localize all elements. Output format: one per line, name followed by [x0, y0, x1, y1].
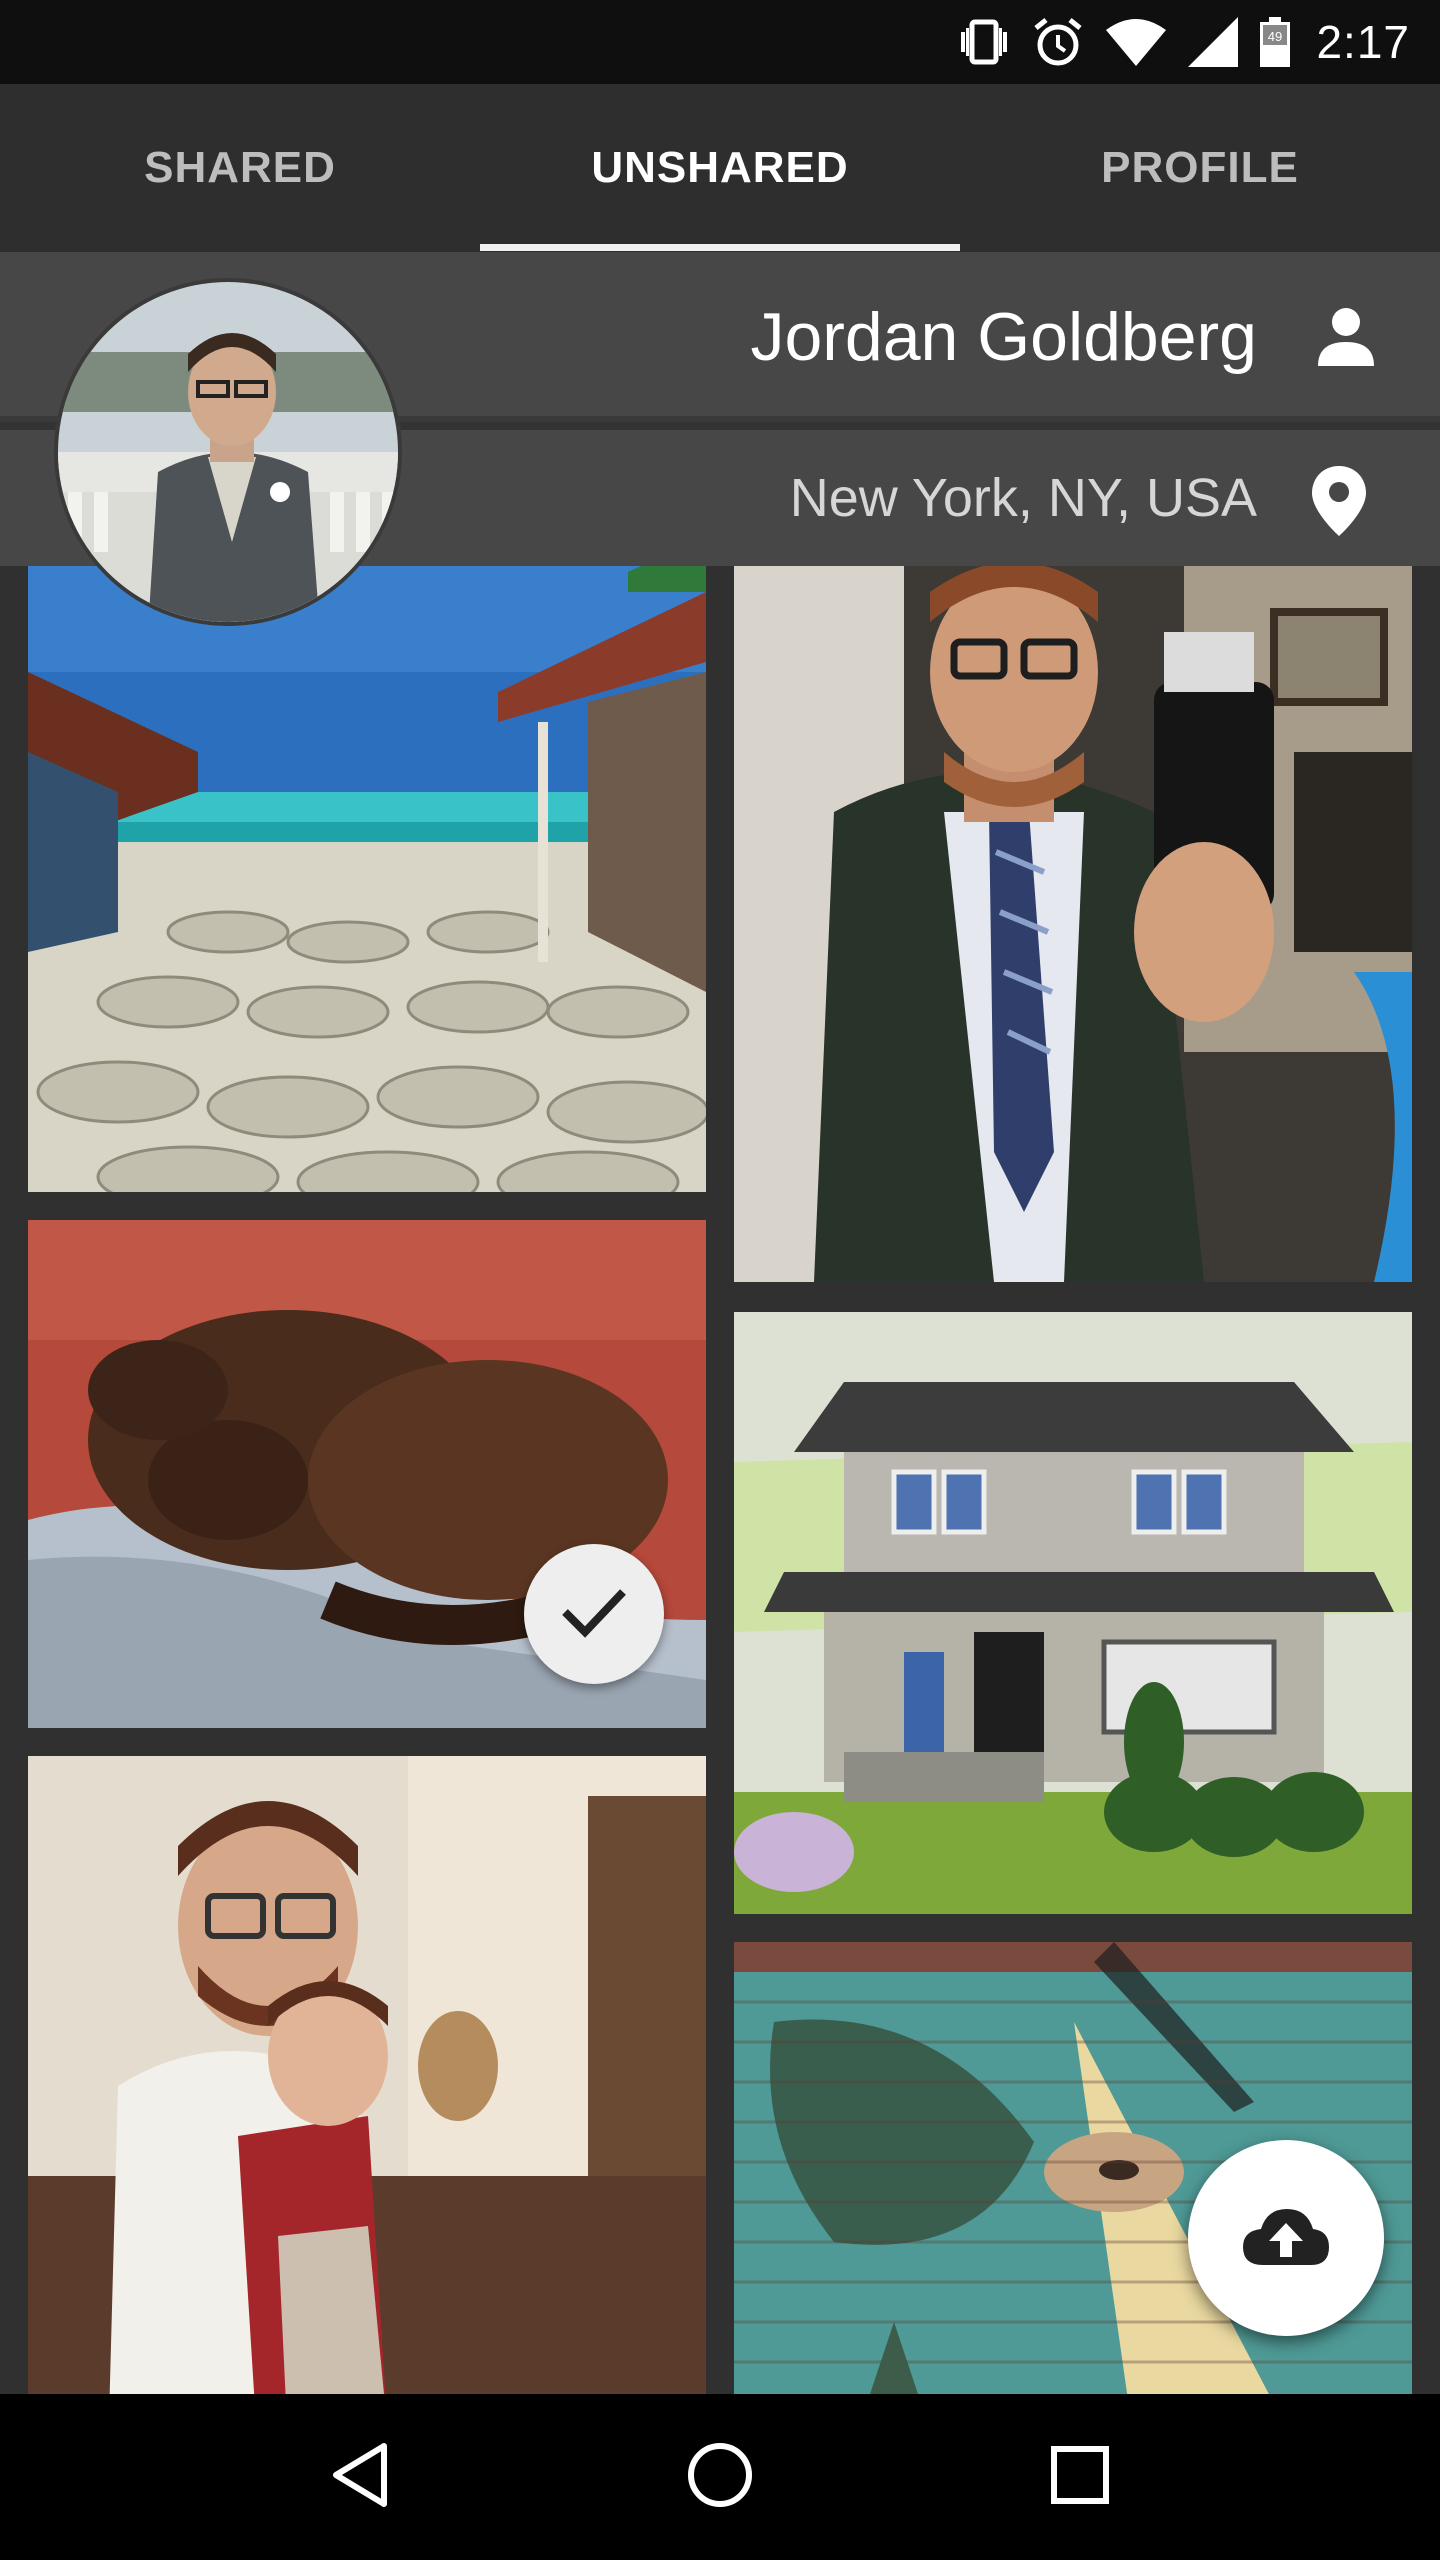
home-icon	[687, 2442, 753, 2513]
location-pin-icon[interactable]	[1310, 466, 1368, 536]
tab-unshared[interactable]: UNSHARED	[480, 84, 960, 252]
photo-grid	[0, 566, 1440, 2394]
tab-bar: SHARED UNSHARED PROFILE	[0, 84, 1440, 252]
photo-mosaic-house[interactable]	[734, 1312, 1412, 1914]
status-bar: 49 2:17	[0, 0, 1440, 84]
profile-location: New York, NY, USA	[789, 468, 1257, 528]
profile-name: Jordan Goldberg	[750, 299, 1257, 375]
status-time: 2:17	[1316, 16, 1410, 68]
person-icon[interactable]	[1314, 304, 1378, 368]
upload-fab-button[interactable]	[1188, 2140, 1384, 2336]
tab-profile[interactable]: PROFILE	[960, 84, 1440, 252]
nav-recents-button[interactable]	[1020, 2417, 1140, 2537]
alarm-icon	[1032, 16, 1084, 68]
cloud-upload-icon	[1241, 2205, 1331, 2272]
selected-check-badge[interactable]	[524, 1544, 664, 1684]
back-icon	[330, 2442, 390, 2513]
signal-icon	[1188, 17, 1239, 67]
battery-icon: 49	[1260, 17, 1291, 67]
photo-selfie[interactable]	[734, 566, 1412, 1282]
status-icons: 49 2:17	[958, 0, 1410, 84]
recents-icon	[1050, 2445, 1110, 2510]
check-icon	[559, 1584, 629, 1645]
wifi-icon	[1106, 18, 1167, 66]
navigation-bar	[0, 2394, 1440, 2560]
svg-text:49: 49	[1268, 29, 1282, 44]
photo-beach[interactable]	[28, 566, 706, 1192]
nav-home-button[interactable]	[660, 2417, 780, 2537]
photo-father-child[interactable]	[28, 1756, 706, 2394]
tab-shared[interactable]: SHARED	[0, 84, 480, 252]
active-tab-indicator	[480, 244, 960, 251]
profile-avatar[interactable]	[54, 278, 402, 626]
vibrate-icon	[958, 18, 1010, 66]
nav-back-button[interactable]	[300, 2417, 420, 2537]
